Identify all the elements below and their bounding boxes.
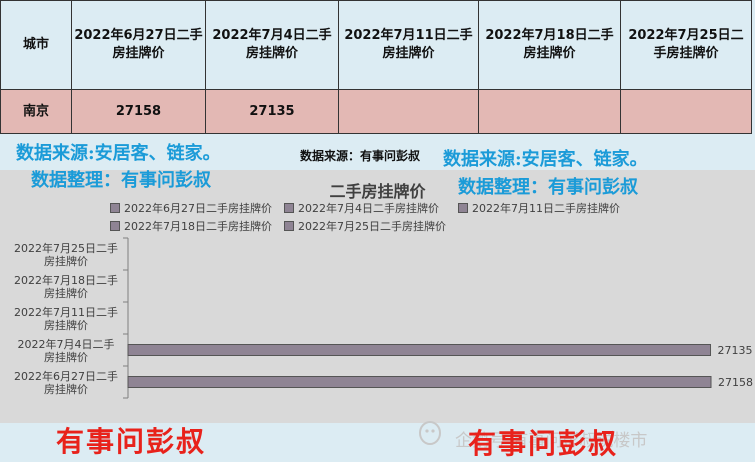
wechat-logo-icon [419,421,441,445]
watermark-bottom-left: 有事问彭叔 [56,425,207,458]
data-label: 27158 [718,376,753,389]
page: 城市 2022年6月27日二手房挂牌价 2022年7月4日二手房挂牌价 2022… [0,0,755,462]
y-tick-label: 2022年7月25日二手房挂牌价 [14,241,118,268]
bar-chart: 2022年6月27日二手房挂牌价 27158 2022年7月4日二手房挂牌价 2713… [14,237,753,399]
y-tick-label: 2022年7月18日二手房挂牌价 [14,273,118,300]
data-label: 27135 [718,344,753,357]
y-tick-label: 2022年7月4日二手房挂牌价 [18,337,115,364]
y-tick-label: 2022年6月27日二手房挂牌价 [14,369,118,396]
bar [127,376,712,388]
bar [127,344,712,356]
y-tick-label: 2022年7月11日二手房挂牌价 [14,305,118,332]
watermark-bottom-right: 有事问彭叔 [468,427,619,460]
